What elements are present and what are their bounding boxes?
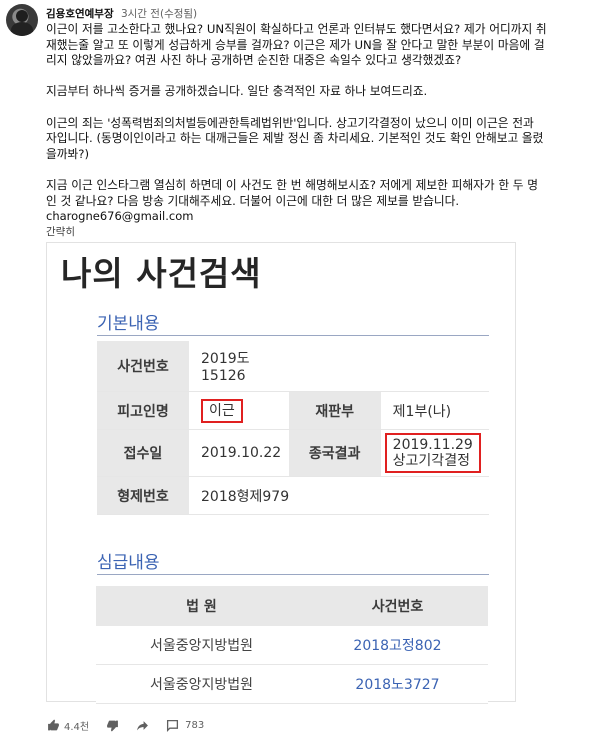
court-name: 서울중앙지방법원 xyxy=(96,626,307,665)
avatar-body xyxy=(11,22,33,36)
section-divider xyxy=(97,574,489,575)
lower-court-table: 법 원 사건번호 서울중앙지방법원 2018고정802 서울중앙지방법원 201… xyxy=(96,586,488,704)
defendant-label: 피고인명 xyxy=(97,391,189,430)
division-label: 재판부 xyxy=(288,391,381,430)
author-name[interactable]: 김용호연예부장 xyxy=(46,8,114,20)
table-row: 사건번호 2019도 15126 xyxy=(97,341,489,392)
case-header: 사건번호 xyxy=(306,586,488,626)
case-number-label: 사건번호 xyxy=(97,341,189,392)
section-divider xyxy=(97,335,489,336)
post-time[interactable]: 3시간 전(수정됨) xyxy=(121,8,197,20)
basic-info-table: 사건번호 2019도 15126 피고인명 이근 재판부 제1부(나) 접수일 … xyxy=(97,341,489,515)
comment-line: 지금부터 하나씩 증거를 공개하겠습니다. 일단 충격적인 자료 하나 보여드리… xyxy=(46,84,428,99)
court-header: 법 원 xyxy=(96,586,307,626)
final-result-box: 2019.11.29 상고기각결정 xyxy=(384,433,481,473)
basic-section-title: 기본내용 xyxy=(97,314,160,334)
table-row: 서울중앙지방법원 2018고정802 xyxy=(96,626,488,665)
defendant-value: 이근 xyxy=(201,398,243,423)
case-number-value: 2019도 15126 xyxy=(189,341,489,392)
comment-line: 지금 이근 인스타그램 열심히 하면데 이 사건도 한 번 해명해보시죠? 저에… xyxy=(46,177,539,192)
case-link: 2018노3727 xyxy=(306,664,488,704)
like-count: 4.4천 xyxy=(64,722,90,733)
final-result-date: 2019.11.29 xyxy=(392,437,473,453)
final-result-cell: 2019.11.29 상고기각결정 xyxy=(380,429,489,477)
thumbs-down-icon[interactable] xyxy=(105,719,119,733)
contact-email: charogne676@gmail.com xyxy=(46,209,194,224)
court-name: 서울중앙지방법원 xyxy=(96,664,307,704)
thumbs-up-icon[interactable] xyxy=(46,719,60,733)
comment-line: 자입니다. (동명이인이라고 하는 대깨근들은 제발 정신 좀 차리세요. 기본… xyxy=(46,131,544,146)
case-number-line: 2019도 xyxy=(201,351,250,367)
comment-icon[interactable] xyxy=(165,719,179,733)
comment-header: 김용호연예부장 3시간 전(수정됨) xyxy=(46,6,197,21)
table-row: 피고인명 이근 재판부 제1부(나) xyxy=(97,391,489,430)
comment-line: 이근이 저를 고소한다고 했나요? UN직원이 확실하다고 언론과 인터뷰도 했… xyxy=(46,22,547,36)
final-result-value: 상고기각결정 xyxy=(392,453,470,469)
received-value: 2019.10.22 xyxy=(189,429,289,477)
received-label: 접수일 xyxy=(97,429,189,477)
case-link: 2018고정802 xyxy=(306,626,488,665)
table-row: 형제번호 2018형제979 xyxy=(97,476,489,515)
comment-line: 이근의 죄는 '성폭력범죄의처벌등에관한특례법위반'입니다. 상고기각결정이 났… xyxy=(46,115,534,130)
share-icon[interactable] xyxy=(135,719,149,733)
table-row: 서울중앙지방법원 2018노3727 xyxy=(96,664,488,704)
criminal-no-value: 2018형제979 xyxy=(189,476,489,515)
table-row: 접수일 2019.10.22 종국결과 2019.11.29 상고기각결정 xyxy=(97,429,489,477)
comment-actions: 4.4천 783 xyxy=(46,718,204,733)
reply-count: 783 xyxy=(185,720,205,731)
author-avatar[interactable] xyxy=(6,4,38,36)
comment-line: 리지 않았을까요? 여권 사진 하나 공개하면 순진한 대중은 속일수 있다고 … xyxy=(46,53,462,68)
division-value: 제1부(나) xyxy=(380,391,489,430)
final-result-label: 종국결과 xyxy=(288,429,381,477)
table-header-row: 법 원 사건번호 xyxy=(96,586,488,626)
lower-court-section-title: 심급내용 xyxy=(97,553,160,573)
comment-line: 을까봐?) xyxy=(46,146,90,161)
comment-line: 재했는줄 알고 또 이렇게 성급하게 승부를 걸까요? 이근은 제가 UN을 잘… xyxy=(46,37,545,52)
avatar-head xyxy=(16,10,28,22)
comment-line: 인 것 같나요? 다음 방송 기대해주세요. 더불어 이근에 대한 더 많은 제… xyxy=(46,193,460,208)
collapse-link[interactable]: 간략히 xyxy=(46,225,591,241)
defendant-cell: 이근 xyxy=(189,391,289,430)
case-number-line: 15126 xyxy=(201,368,246,384)
criminal-no-label: 형제번호 xyxy=(97,476,189,515)
comment-body: 이근이 저를 고소한다고 했나요? UN직원이 확실하다고 언론과 인터뷰도 했… xyxy=(46,22,591,240)
